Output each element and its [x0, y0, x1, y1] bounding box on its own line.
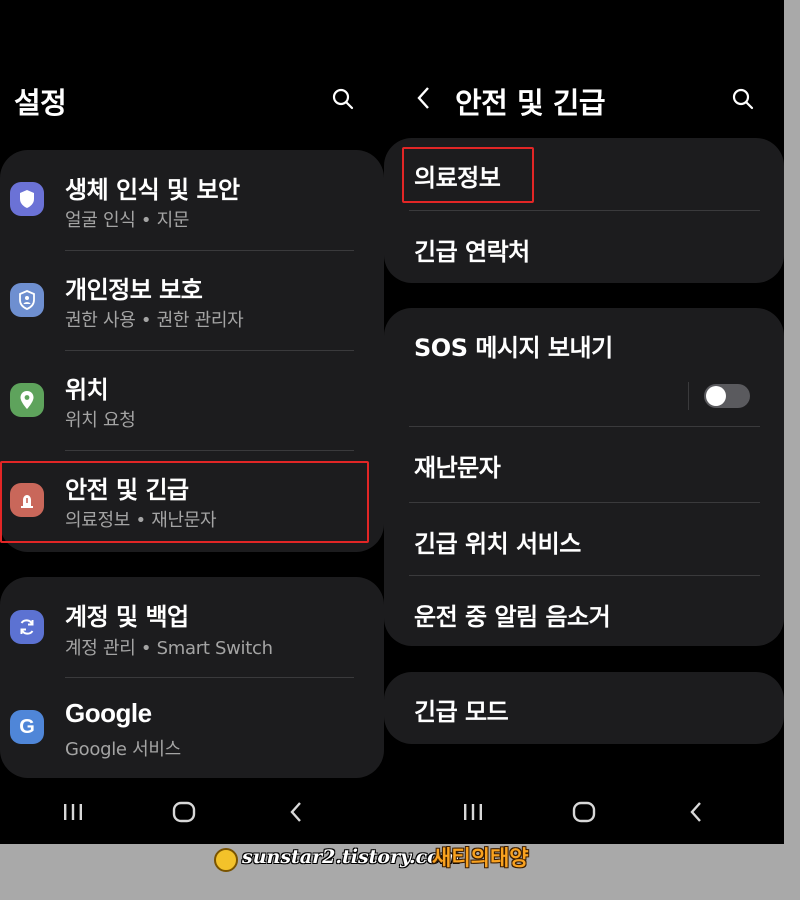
emergency-mode-item[interactable]: 긴급 모드	[384, 672, 784, 744]
google-icon: G	[10, 710, 44, 744]
settings-item-location[interactable]: 위치 위치 요청	[0, 350, 384, 450]
settings-item-privacy[interactable]: 개인정보 보호 권한 사용 • 권한 관리자	[0, 250, 384, 350]
settings-item-subtitle: 권한 사용 • 권한 관리자	[65, 310, 244, 331]
location-pin-icon	[10, 383, 44, 417]
navigation-bar	[0, 790, 384, 834]
emergency-location-item[interactable]: 긴급 위치 서비스	[384, 502, 784, 575]
emergency-options-card: SOS 메시지 보내기 재난문자 긴급 위치 서비스 운전 중 알림 음소거	[384, 308, 784, 646]
watermark-url: sunstar2.tistory.com	[242, 846, 460, 868]
watermark-name: 새티의태양	[432, 846, 529, 870]
home-icon[interactable]	[564, 790, 604, 834]
back-icon[interactable]	[676, 790, 716, 834]
settings-item-google[interactable]: G Google Google 서비스	[0, 677, 384, 778]
settings-item-subtitle: 계정 관리 • Smart Switch	[65, 638, 273, 659]
settings-item-subtitle: 얼굴 인식 • 지문	[65, 210, 190, 231]
settings-item-title: 계정 및 백업	[65, 603, 189, 631]
privacy-shield-icon	[10, 283, 44, 317]
shield-icon	[10, 182, 44, 216]
safety-emergency-panel: 안전 및 긴급 의료정보 긴급 연락처 SOS 메시지 보내기 재난문자 긴급 …	[384, 0, 784, 844]
sos-message-item[interactable]: SOS 메시지 보내기	[384, 308, 784, 426]
recent-apps-icon[interactable]	[453, 790, 493, 834]
search-icon[interactable]	[728, 84, 758, 114]
sos-toggle[interactable]	[704, 384, 750, 408]
back-arrow-icon[interactable]	[408, 83, 438, 113]
settings-item-title: 위치	[65, 376, 109, 404]
driving-mute-item[interactable]: 운전 중 알림 음소거	[384, 575, 784, 646]
emergency-mode-card: 긴급 모드	[384, 672, 784, 744]
toggle-separator	[688, 382, 689, 410]
settings-panel: 설정 생체 인식 및 보안 얼굴 인식 • 지문 개인정보 보호 권한 사용 •…	[0, 0, 384, 844]
settings-item-subtitle: 위치 요청	[65, 410, 136, 431]
back-icon[interactable]	[276, 790, 316, 834]
settings-card-accounts: 계정 및 백업 계정 관리 • Smart Switch G Google Go…	[0, 577, 384, 778]
recent-apps-icon[interactable]	[53, 790, 93, 834]
navigation-bar	[384, 790, 784, 834]
disaster-alerts-item[interactable]: 재난문자	[384, 426, 784, 502]
search-icon[interactable]	[328, 84, 358, 114]
highlight-box	[0, 461, 369, 543]
home-icon[interactable]	[164, 790, 204, 834]
background-strip	[784, 0, 800, 844]
emergency-mode-label: 긴급 모드	[414, 698, 509, 726]
page-title: 안전 및 긴급	[455, 86, 606, 120]
settings-item-title: 생체 인식 및 보안	[65, 176, 240, 204]
emergency-contacts-label: 긴급 연락처	[414, 238, 530, 266]
toggle-knob	[706, 386, 726, 406]
page-title: 설정	[14, 86, 67, 120]
settings-item-accounts-backup[interactable]: 계정 및 백업 계정 관리 • Smart Switch	[0, 577, 384, 677]
highlight-box	[402, 147, 534, 203]
settings-item-biometrics[interactable]: 생체 인식 및 보안 얼굴 인식 • 지문	[0, 150, 384, 250]
sync-icon	[10, 610, 44, 644]
smiley-icon	[214, 848, 238, 872]
sos-message-label: SOS 메시지 보내기	[414, 334, 613, 362]
emergency-contacts-item[interactable]: 긴급 연락처	[384, 210, 784, 283]
driving-mute-label: 운전 중 알림 음소거	[414, 603, 611, 631]
phone-screens: 설정 생체 인식 및 보안 얼굴 인식 • 지문 개인정보 보호 권한 사용 •…	[0, 0, 784, 844]
settings-item-subtitle: Google 서비스	[65, 739, 181, 760]
settings-item-title: 개인정보 보호	[65, 276, 203, 304]
disaster-alerts-label: 재난문자	[414, 454, 501, 482]
settings-item-title: Google	[65, 698, 152, 728]
emergency-location-label: 긴급 위치 서비스	[414, 530, 581, 558]
